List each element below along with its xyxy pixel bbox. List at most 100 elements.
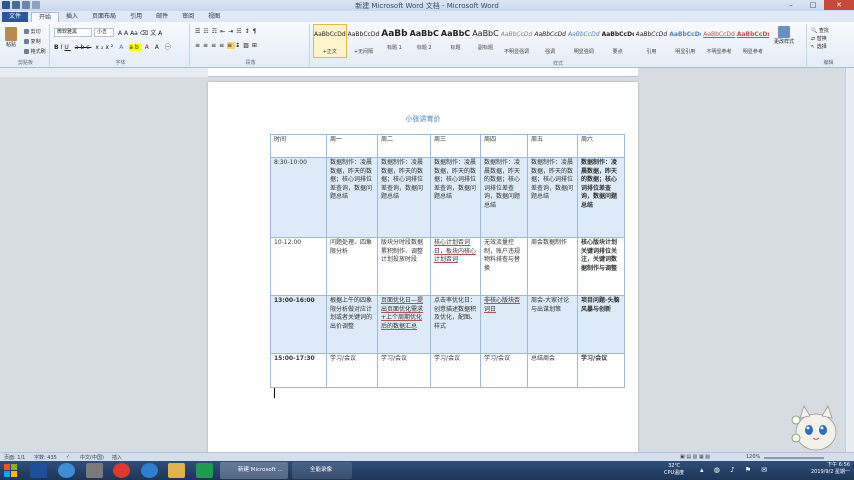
table-cell[interactable]: 版块分时段数据累积制作、调整计划投放时段 — [377, 237, 431, 296]
spreadsheet-icon[interactable] — [196, 463, 213, 478]
numbering-icon[interactable]: ☷ — [203, 28, 211, 35]
underline-button[interactable]: U — [64, 44, 70, 51]
table-cell[interactable]: 学习/会议 — [480, 353, 528, 388]
shrink-font-button[interactable]: A — [124, 30, 128, 37]
chrome-icon[interactable] — [113, 463, 130, 478]
horizontal-ruler[interactable] — [208, 68, 638, 77]
zoom-slider[interactable] — [764, 457, 824, 459]
table-cell[interactable]: 核心计划否词日，板块内核心计划否词 — [430, 237, 481, 296]
style-title[interactable]: AaBbC 标题 — [440, 24, 471, 58]
table-cell[interactable]: 15:00-17:30 — [270, 353, 327, 388]
taskbar-word-button[interactable]: 新建 Microsoft ... — [220, 462, 288, 479]
table-cell[interactable]: 页面优化日—提出页面优化需求+上个周期优化后的数据汇总 — [377, 295, 431, 354]
distributed-icon[interactable]: ≡ — [227, 42, 236, 49]
insert-mode[interactable]: 插入 — [112, 454, 122, 461]
decrease-indent-icon[interactable]: ⇤ — [220, 28, 228, 35]
language[interactable]: 中文(中国) — [80, 454, 104, 461]
paste-button[interactable]: 粘贴 — [5, 27, 17, 48]
multilevel-list-icon[interactable]: ☶ — [212, 28, 220, 35]
borders-icon[interactable]: ⊞ — [252, 42, 260, 49]
tab-view[interactable]: 视图 — [201, 12, 227, 22]
view-buttons[interactable]: ▣ ▤ ▥ ▦ ▧ — [680, 454, 710, 460]
superscript-button[interactable]: x² — [105, 44, 115, 51]
table-cell[interactable]: 时间 — [270, 134, 327, 158]
windows-start-icon[interactable] — [3, 463, 19, 478]
taskbar-recorder-button[interactable]: 全能录像 — [292, 462, 352, 479]
format-painter-button[interactable]: 格式刷 — [24, 48, 46, 57]
style-heading-1[interactable]: AaBb 标题 1 — [380, 24, 408, 58]
enclose-char-icon[interactable]: ㊀ — [165, 44, 173, 51]
style-quote[interactable]: AaBbCcDd 引用 — [635, 24, 669, 58]
phonetic-icon[interactable]: 文 — [150, 30, 156, 37]
tab-insert[interactable]: 插入 — [59, 12, 85, 22]
align-center-icon[interactable]: ≡ — [203, 42, 211, 49]
strikethrough-button[interactable]: abc — [75, 44, 92, 51]
shading-icon[interactable]: ▨ — [243, 42, 252, 49]
align-right-icon[interactable]: ≡ — [211, 42, 219, 49]
table-cell[interactable]: 周五 — [527, 134, 578, 158]
replace-button[interactable]: ⇄ 替换 — [811, 35, 829, 43]
cut-button[interactable]: 剪切 — [24, 28, 41, 37]
table-cell[interactable]: 点击率优化日：创意描述数据积及优化，配图、样式 — [430, 295, 481, 354]
table-cell[interactable]: 数据制作：凌晨数据，昨天的数据；核心词排位差查询，数据问题总结 — [430, 157, 481, 238]
minimize-button[interactable]: – — [780, 0, 802, 10]
vertical-scrollbar[interactable] — [845, 68, 854, 452]
bold-button[interactable]: B — [54, 44, 61, 51]
sort-icon[interactable]: ↕ — [245, 28, 253, 35]
tab-file[interactable]: 文件 — [2, 12, 29, 22]
select-button[interactable]: ↖ 选择 — [811, 43, 829, 51]
tab-review[interactable]: 审阅 — [175, 12, 201, 22]
word-count[interactable]: 字数: 435 — [34, 454, 57, 461]
sogou-icon[interactable] — [30, 463, 47, 478]
tab-home[interactable]: 开始 — [31, 12, 60, 22]
table-cell[interactable]: 学习/会议 — [326, 353, 378, 388]
style-intense-emphasis[interactable]: AaBbCcDd 明显强调 — [567, 24, 601, 58]
table-cell[interactable]: 周三 — [430, 134, 481, 158]
chinese-layout-icon[interactable]: ☵ — [236, 28, 244, 35]
subscript-button[interactable]: x₂ — [95, 44, 105, 51]
style-subtle-reference[interactable]: AaBbCcDd 不明显参考 — [702, 24, 736, 58]
table-cell[interactable]: 总结周会 — [527, 353, 578, 388]
table-cell[interactable]: 问题处理、四象限分析 — [326, 237, 378, 296]
folder-icon[interactable] — [168, 463, 185, 478]
font-size-select[interactable]: 小五 — [94, 28, 114, 37]
clock[interactable]: 下午 6:56 2019/9/2 星期一 — [811, 462, 850, 476]
table-cell[interactable]: 数据制作：凌晨数据，昨天的数据；核心词排位差查询，数据问题总结 — [577, 157, 625, 238]
document-page[interactable]: 小张讲育价 时间 周一 周二 周三 周四 周五 周六 8:30-10:00 数据… — [208, 82, 638, 454]
tab-mailings[interactable]: 邮件 — [149, 12, 175, 22]
tab-references[interactable]: 引用 — [123, 12, 149, 22]
show-marks-icon[interactable]: ¶ — [253, 28, 260, 35]
style-subtitle[interactable]: AaBbC 副标题 — [471, 24, 500, 58]
table-cell[interactable]: 数据制作：凌晨数据，昨天的数据；核心词排位差查询，数据问题总结 — [480, 157, 528, 238]
cpu-temp-widget[interactable]: 32℃ CPU温度 — [664, 463, 684, 477]
find-button[interactable]: 🔍 查找 — [811, 27, 829, 35]
table-cell[interactable]: 周会-大家讨论与出谋划策 — [527, 295, 578, 354]
maximize-button[interactable]: □ — [802, 0, 824, 10]
zoom-level[interactable]: 120% — [746, 454, 760, 460]
align-left-icon[interactable]: ≡ — [195, 42, 203, 49]
table-cell[interactable]: 学习/会议 — [430, 353, 481, 388]
line-spacing-icon[interactable]: ↨ — [235, 42, 243, 49]
table-cell[interactable]: 数据制作：凌晨数据，昨天的数据；核心词排位差查询，数据问题总结 — [377, 157, 431, 238]
table-cell[interactable]: 数据制作：凌晨数据，昨天的数据；核心词排位差查询，数据问题总结 — [326, 157, 378, 238]
table-cell[interactable]: 核心版块计划关键词排位关注，关键词数据制作与调整 — [577, 237, 625, 296]
mascot-cat-widget[interactable] — [790, 396, 840, 454]
table-cell[interactable]: 项目问题-头脑风暴与创新 — [577, 295, 625, 354]
close-button[interactable]: ✕ — [824, 0, 854, 10]
justify-icon[interactable]: ≡ — [219, 42, 227, 49]
table-cell[interactable]: 8:30-10:00 — [270, 157, 327, 238]
table-cell[interactable]: 周会数据制作 — [527, 237, 578, 296]
style-strong[interactable]: AaBbCcDd 要点 — [601, 24, 635, 58]
table-cell[interactable]: 周二 — [377, 134, 431, 158]
style-no-spacing[interactable]: AaBbCcDd +无间隔 — [347, 24, 381, 58]
style-intense-reference[interactable]: AaBbCcDd 明显参考 — [736, 24, 770, 58]
proofing-icon[interactable]: ✓ — [66, 454, 70, 460]
text-effects-icon[interactable]: A — [119, 44, 125, 51]
change-styles-button[interactable]: 更改样式 — [771, 26, 797, 45]
font-name-select[interactable]: 微软雅黑 — [54, 28, 92, 37]
schedule-table[interactable]: 时间 周一 周二 周三 周四 周五 周六 8:30-10:00 数据制作：凌晨数… — [270, 134, 625, 388]
style-intense-quote[interactable]: AaBbCcDd 明显引用 — [668, 24, 702, 58]
system-tray-icons[interactable]: ▴ ◍ ♪ ⚑ ✉ — [700, 466, 771, 474]
style-heading-2[interactable]: AaBbC 标题 2 — [409, 24, 440, 58]
change-case-button[interactable]: Aa — [130, 30, 138, 37]
